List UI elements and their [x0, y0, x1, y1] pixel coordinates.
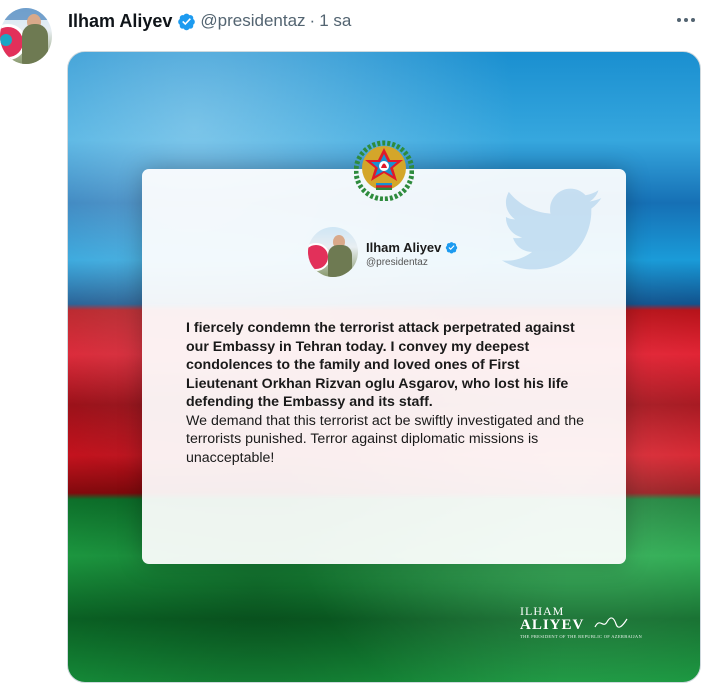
card-text-bold: I fiercely condemn the terrorist attack …	[186, 320, 575, 410]
card-verified-icon	[446, 242, 458, 254]
twitter-bird-icon	[501, 188, 602, 270]
signature-caption: THE PRESIDENT OF THE REPUBLIC OF AZERBAI…	[520, 634, 642, 639]
card-text-regular: We demand that this terrorist act be swi…	[186, 412, 584, 466]
post-timestamp[interactable]: 1 sa	[319, 11, 351, 31]
card-author-name: Ilham Aliyev	[366, 240, 442, 255]
post-header: Ilham Aliyev @presidentaz · 1 sa	[68, 9, 351, 33]
card-avatar	[308, 227, 358, 277]
separator-dot: ·	[309, 11, 316, 30]
avatar-banner	[0, 8, 52, 20]
avatar-figure	[22, 24, 48, 64]
author-handle[interactable]: @presidentaz	[200, 11, 305, 31]
more-options-icon[interactable]	[674, 8, 698, 32]
author-name[interactable]: Ilham Aliyev	[68, 11, 172, 32]
coat-of-arms-icon	[354, 140, 414, 201]
presidential-signature: ILHAM ALIYEV THE PRESIDENT OF THE REPUBL…	[520, 605, 642, 639]
card-tweet-text: I fiercely condemn the terrorist attack …	[186, 319, 586, 467]
card-author: Ilham Aliyev	[366, 240, 458, 255]
post-image[interactable]: Ilham Aliyev @presidentaz I fiercely con…	[67, 51, 701, 683]
author-avatar[interactable]	[0, 8, 52, 64]
signature-scribble-icon	[594, 617, 628, 628]
verified-badge-icon	[178, 13, 196, 30]
card-author-handle: @presidentaz	[366, 257, 428, 268]
